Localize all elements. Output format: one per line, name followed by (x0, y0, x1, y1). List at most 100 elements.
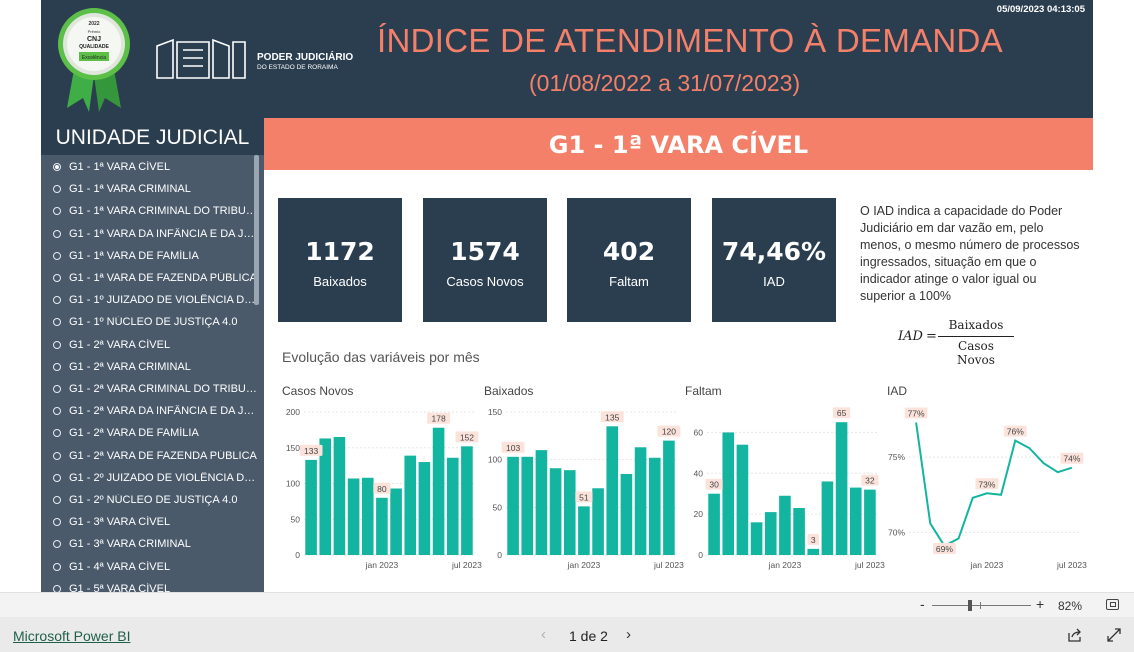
kpi-card-casos-novos[interactable]: 1574 Casos Novos (423, 198, 547, 322)
zoom-slider-track[interactable] (932, 605, 1031, 606)
unit-option[interactable]: G1 - 2ª VARA DE FAMÍLIA (53, 424, 258, 442)
share-icon[interactable] (1067, 627, 1083, 643)
radio-icon[interactable] (53, 429, 61, 438)
unit-option-label: G1 - 2ª VARA CÍVEL (69, 338, 171, 351)
radio-icon[interactable] (53, 584, 61, 592)
radio-icon[interactable] (53, 407, 61, 416)
radio-icon[interactable] (53, 362, 61, 371)
radio-icon[interactable] (53, 473, 61, 482)
unit-option[interactable]: G1 - 5ª VARA CÍVEL (53, 580, 258, 592)
radio-icon[interactable] (53, 562, 61, 571)
bar (807, 548, 820, 555)
unit-option-label: G1 - 1ª VARA DE FAZENDA PÚBLICA (69, 272, 257, 284)
chart-plot[interactable]: 0 20 40 60 30 3 65 32 jan 2023 jul 2023 (685, 402, 885, 580)
unit-option[interactable]: G1 - 2º JUIZADO DE VIOLÊNCIA DOMÉSTICA (53, 469, 258, 487)
unit-option[interactable]: G1 - 2ª VARA DE FAZENDA PÚBLICA (53, 447, 258, 465)
kpi-value: 402 (602, 237, 656, 266)
formula-equals: = (926, 329, 937, 344)
data-label: 30 (705, 478, 723, 490)
data-label-text: 3 (811, 535, 816, 545)
radio-icon[interactable] (53, 385, 61, 393)
radio-icon[interactable] (53, 318, 61, 327)
power-bi-link[interactable]: Microsoft Power BI (13, 628, 130, 644)
bar (418, 462, 431, 555)
zoom-in-button[interactable]: + (1036, 596, 1044, 612)
zoom-level: 82% (1058, 599, 1083, 613)
radio-icon[interactable] (53, 540, 61, 549)
unit-list[interactable]: G1 - 1ª VARA CÍVEL G1 - 1ª VARA CRIMINAL G… (41, 155, 264, 592)
chart-casos-novos[interactable]: Casos Novos 0 50 100 150 200 133 80 178 152 jan 2… (282, 380, 482, 580)
unit-option[interactable]: G1 - 4ª VARA CÍVEL (53, 558, 258, 576)
y-tick-label: 0 (698, 550, 703, 560)
unit-option[interactable]: G1 - 3ª VARA CÍVEL (53, 513, 258, 531)
unit-option[interactable]: G1 - 3ª VARA CRIMINAL (53, 535, 258, 553)
kpi-card-faltam[interactable]: 402 Faltam (567, 198, 691, 322)
court-logo: PODER JUDICIÁRIO DO ESTADO DE RORAIMA (153, 38, 353, 82)
unit-option[interactable]: G1 - 1ª VARA CRIMINAL DO TRIBUNAL DO JÚR… (53, 202, 258, 220)
data-label-text: 133 (304, 446, 318, 456)
unit-option[interactable]: G1 - 2ª VARA CRIMINAL (53, 358, 258, 376)
radio-icon[interactable] (53, 274, 61, 282)
y-tick-label: 50 (493, 502, 503, 512)
chart-plot[interactable]: 0 50 100 150 200 133 80 178 152 jan 2023 jul 2023 (282, 402, 482, 580)
unit-option[interactable]: G1 - 1º NÚCLEO DE JUSTIÇA 4.0 (53, 313, 258, 331)
next-page-button[interactable]: › (626, 626, 631, 643)
unit-option[interactable]: G1 - 2º NÚCLEO DE JUSTIÇA 4.0 (53, 491, 258, 509)
unit-option[interactable]: G1 - 1ª VARA CRIMINAL (53, 180, 258, 198)
bar (764, 512, 777, 555)
bar (333, 437, 346, 555)
data-label-text: 65 (837, 408, 847, 418)
radio-icon[interactable] (53, 496, 61, 504)
kpi-label: IAD (763, 274, 785, 289)
unit-option[interactable]: G1 - 1ª VARA DE FAMÍLIA (53, 247, 258, 265)
formula-lhs: IAD (898, 329, 923, 344)
radio-icon[interactable] (53, 340, 61, 349)
radio-icon[interactable] (53, 207, 61, 216)
bar (864, 489, 876, 555)
radio-icon[interactable] (53, 251, 61, 260)
court-logo-line1: PODER JUDICIÁRIO (257, 52, 354, 63)
unit-option[interactable]: G1 - 2ª VARA CÍVEL (53, 336, 258, 354)
report-header: 2022 Prêmio CNJ QUALIDADE Excelência POD… (41, 0, 1093, 118)
zoom-slider-thumb[interactable] (968, 600, 972, 611)
data-label-text: 51 (579, 492, 589, 502)
kpi-card-iad[interactable]: 74,46% IAD (712, 198, 836, 322)
unit-option[interactable]: G1 - 1ª VARA DE FAZENDA PÚBLICA (53, 269, 258, 287)
data-label-text: 74% (1063, 454, 1080, 464)
data-label-text: 77% (908, 409, 925, 419)
previous-page-button[interactable]: ‹ (541, 626, 546, 643)
radio-icon[interactable] (53, 296, 61, 305)
radio-selected-icon[interactable] (53, 163, 61, 171)
unit-option-label: G1 - 2º NÚCLEO DE JUSTIÇA 4.0 (69, 494, 238, 506)
data-label: 69% (933, 542, 956, 554)
bar (708, 493, 720, 555)
unit-option[interactable]: G1 - 2ª VARA DA INFÂNCIA E DA JUVENTUDE (53, 402, 258, 420)
radio-icon[interactable] (53, 185, 61, 194)
chart-plot[interactable]: 0 50 100 150 103 51 135 120 jan 2023 jul 2023 (484, 402, 684, 580)
radio-icon[interactable] (53, 518, 61, 527)
bar (736, 444, 749, 555)
y-tick-label: 70% (888, 527, 905, 537)
fullscreen-icon[interactable] (1106, 627, 1122, 643)
unit-option[interactable]: G1 - 1ª VARA DA INFÂNCIA E DA JUVENTUDE (53, 225, 258, 243)
unit-option[interactable]: G1 - 2ª VARA CRIMINAL DO TRIBUNAL DO JÚR… (53, 380, 258, 398)
unit-option-label: G1 - 5ª VARA CÍVEL (69, 582, 171, 592)
chart-plot[interactable]: 70% 75% 77% 69% 73% 76% 74% jan 2023 jul 2023 (887, 402, 1087, 580)
bar (404, 455, 417, 555)
zoom-out-button[interactable]: - (920, 596, 925, 612)
kpi-card-baixados[interactable]: 1172 Baixados (278, 198, 402, 322)
unit-option[interactable]: G1 - 1ª VARA CÍVEL (53, 158, 258, 176)
chart-iad[interactable]: IAD 70% 75% 77% 69% 73% 76% 74% jan 2023 jul 202… (887, 380, 1087, 580)
radio-icon[interactable] (53, 229, 61, 238)
bar (461, 446, 473, 555)
slicer-scrollbar[interactable] (254, 155, 259, 305)
fit-to-page-icon[interactable] (1106, 599, 1119, 610)
bar (663, 440, 675, 555)
data-label: 73% (975, 478, 999, 490)
seal-year: 2022 (88, 21, 99, 27)
unit-option[interactable]: G1 - 1º JUIZADO DE VIOLÊNCIA DOMÉSTICA (53, 291, 258, 309)
radio-icon[interactable] (53, 451, 61, 460)
chart-faltam[interactable]: Faltam 0 20 40 60 30 3 65 32 jan 2023 jul 2023 (685, 380, 885, 580)
data-label: 103 (501, 441, 525, 453)
chart-baixados[interactable]: Baixados 0 50 100 150 103 51 135 120 jan 2023 jul… (484, 380, 684, 580)
